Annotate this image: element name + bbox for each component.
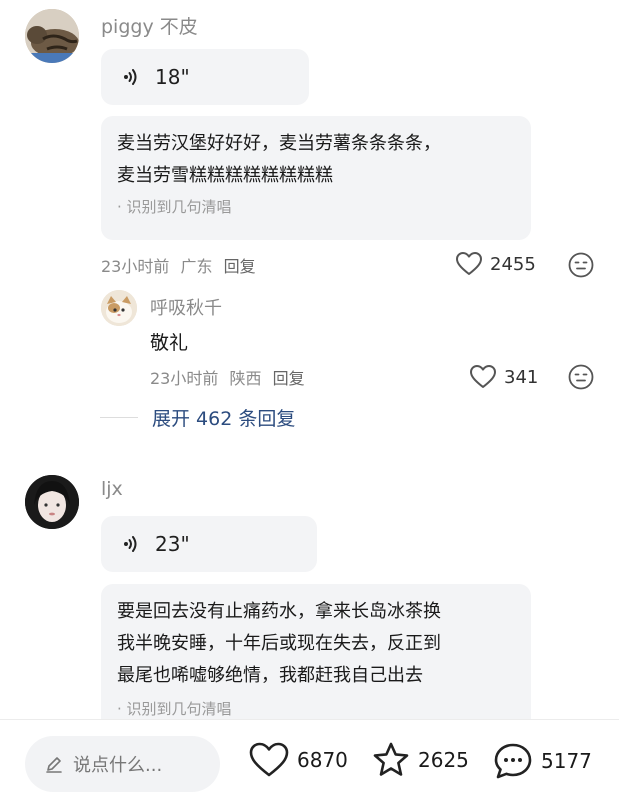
comments-button[interactable]: 5177	[493, 742, 592, 780]
sound-wave-icon	[123, 68, 139, 86]
voice-duration: 18"	[155, 65, 190, 89]
sound-wave-icon	[123, 535, 139, 553]
reply-avatar[interactable]	[101, 290, 137, 326]
cat-avatar-image	[25, 9, 79, 63]
voice-transcript: 麦当劳汉堡好好好，麦当劳薯条条条条， 麦当劳雪糕糕糕糕糕糕糕糕 · 识别到几句清…	[101, 116, 531, 240]
divider	[100, 417, 138, 418]
comment-like-button[interactable]: 2455	[456, 252, 536, 276]
reply-time: 23小时前	[150, 369, 219, 388]
avatar[interactable]	[25, 9, 79, 63]
comment-location: 广东	[180, 257, 213, 276]
bottom-action-bar: 说点什么... 6870 2625 5177	[0, 720, 619, 800]
comment-bubble-icon	[494, 743, 532, 779]
transcript-line: 麦当劳雪糕糕糕糕糕糕糕糕	[117, 165, 333, 186]
comment-username[interactable]: ljx	[101, 478, 123, 500]
transcript-line: 麦当劳汉堡好好好，麦当劳薯条条条条，	[117, 133, 441, 154]
like-count: 341	[504, 366, 539, 388]
heart-icon	[470, 365, 496, 388]
favorite-button[interactable]: 2625	[372, 742, 469, 778]
like-count: 2455	[490, 253, 536, 275]
comment-meta: 23小时前 广东 回复	[101, 253, 256, 277]
transcript-line: 要是回去没有止痛药水，拿来长岛冰茶换	[117, 601, 441, 622]
voice-message-button[interactable]: 18"	[101, 49, 309, 105]
voice-transcript: 要是回去没有止痛药水，拿来长岛冰茶换 我半晚安睡，十年后或现在失去，反正到 最尾…	[101, 584, 531, 719]
cat-avatar-image	[101, 290, 137, 326]
reply-like-button[interactable]: 341	[470, 365, 538, 389]
voice-duration: 23"	[155, 532, 190, 556]
heart-icon	[249, 742, 289, 777]
transcript-line: 我半晚安睡，十年后或现在失去，反正到	[117, 633, 441, 654]
star-icon	[373, 742, 409, 776]
post-like-count: 6870	[297, 748, 348, 772]
voice-message-button[interactable]: 23"	[101, 516, 317, 572]
favorite-count: 2625	[418, 748, 469, 772]
comment-input-placeholder: 说点什么...	[73, 755, 163, 776]
transcript-note: · 识别到几句清唱	[117, 198, 232, 216]
reply-link[interactable]: 回复	[224, 257, 256, 276]
heart-icon	[456, 252, 482, 275]
comment-username[interactable]: piggy 不皮	[101, 12, 198, 39]
emoji-face-icon[interactable]	[568, 364, 594, 394]
transcript-note: · 识别到几句清唱	[117, 700, 232, 718]
reply-link[interactable]: 回复	[273, 369, 305, 388]
comment-input[interactable]: 说点什么...	[25, 736, 220, 792]
pencil-icon	[46, 757, 62, 773]
like-post-button[interactable]: 6870	[249, 742, 348, 778]
comment-count: 5177	[541, 749, 592, 773]
expand-replies-label: 展开 462 条回复	[152, 408, 296, 430]
emoji-face-icon[interactable]	[568, 252, 594, 282]
comment-time: 23小时前	[101, 257, 170, 276]
reply-username[interactable]: 呼吸秋千	[150, 294, 222, 320]
reply-text: 敬礼	[150, 332, 189, 354]
girl-avatar-image	[25, 475, 79, 529]
avatar[interactable]	[25, 475, 79, 529]
expand-replies-link[interactable]: 展开 462 条回复	[100, 404, 295, 431]
reply-meta: 23小时前 陕西 回复	[150, 365, 305, 389]
transcript-line: 最尾也唏嘘够绝情，我都赶我自己出去	[117, 665, 423, 686]
reply-location: 陕西	[229, 369, 262, 388]
